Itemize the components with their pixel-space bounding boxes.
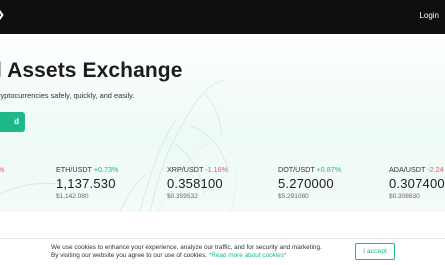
ticker-change: +0.73% (93, 165, 119, 174)
ticker-usd-price: $5.291080 (278, 193, 309, 200)
ticker-change: -2.24 (427, 165, 444, 174)
ticker-pair: XRP/USDT (167, 165, 204, 174)
ticker-eth[interactable]: ETH/USDT +0.73% 1,137.530 $1,142.080 (56, 165, 166, 200)
ticker-usd-price: $0.359532 (167, 193, 198, 200)
login-link[interactable]: Login (419, 11, 439, 20)
ticker-pair: ETH/USDT (56, 165, 92, 174)
ticker-price: 1,137.530 (56, 176, 116, 191)
ticker-price: 5.270000 (278, 176, 334, 191)
ticker-pair: ADA/USDT (389, 165, 426, 174)
ticker-xrp[interactable]: XRP/USDT -1.16% 0.358100 $0.359532 (167, 165, 277, 200)
hero-section: l Assets Exchange ryptocurrencies safely… (0, 34, 445, 212)
page-title: l Assets Exchange (0, 59, 183, 82)
cookie-line-1: We use cookies to enhance your experienc… (51, 244, 322, 251)
ticker-usd-price: $0.308630 (389, 193, 420, 200)
ticker-ada[interactable]: ADA/USDT -2.24 0.307400 $0.308630 (389, 165, 445, 200)
ticker-dot[interactable]: DOT/USDT +0.87% 5.270000 $5.291080 (278, 165, 388, 200)
ticker-price: 0.358100 (167, 176, 223, 191)
cookie-line-2: By visiting our website you agree to our… (51, 252, 207, 259)
ticker-usd-price: $1,142.080 (56, 193, 89, 200)
accept-cookies-button[interactable]: I accept (355, 243, 395, 260)
ticker-price: 0.307400 (389, 176, 445, 191)
cookie-banner: We use cookies to enhance your experienc… (0, 238, 445, 265)
get-started-button[interactable]: d (0, 112, 25, 132)
logo-icon[interactable] (0, 9, 6, 21)
cookie-message: We use cookies to enhance your experienc… (51, 244, 322, 260)
ticker-change: +0.87% (316, 165, 342, 174)
ticker-change-partial: % (0, 165, 4, 174)
top-nav-bar: Login (0, 0, 445, 34)
hero-subtitle: ryptocurrencies safely, quickly, and eas… (0, 91, 135, 100)
cookie-policy-link[interactable]: *Read more about cookies* (209, 252, 287, 259)
ticker-pair: DOT/USDT (278, 165, 315, 174)
ticker-change: -1.16% (205, 165, 228, 174)
